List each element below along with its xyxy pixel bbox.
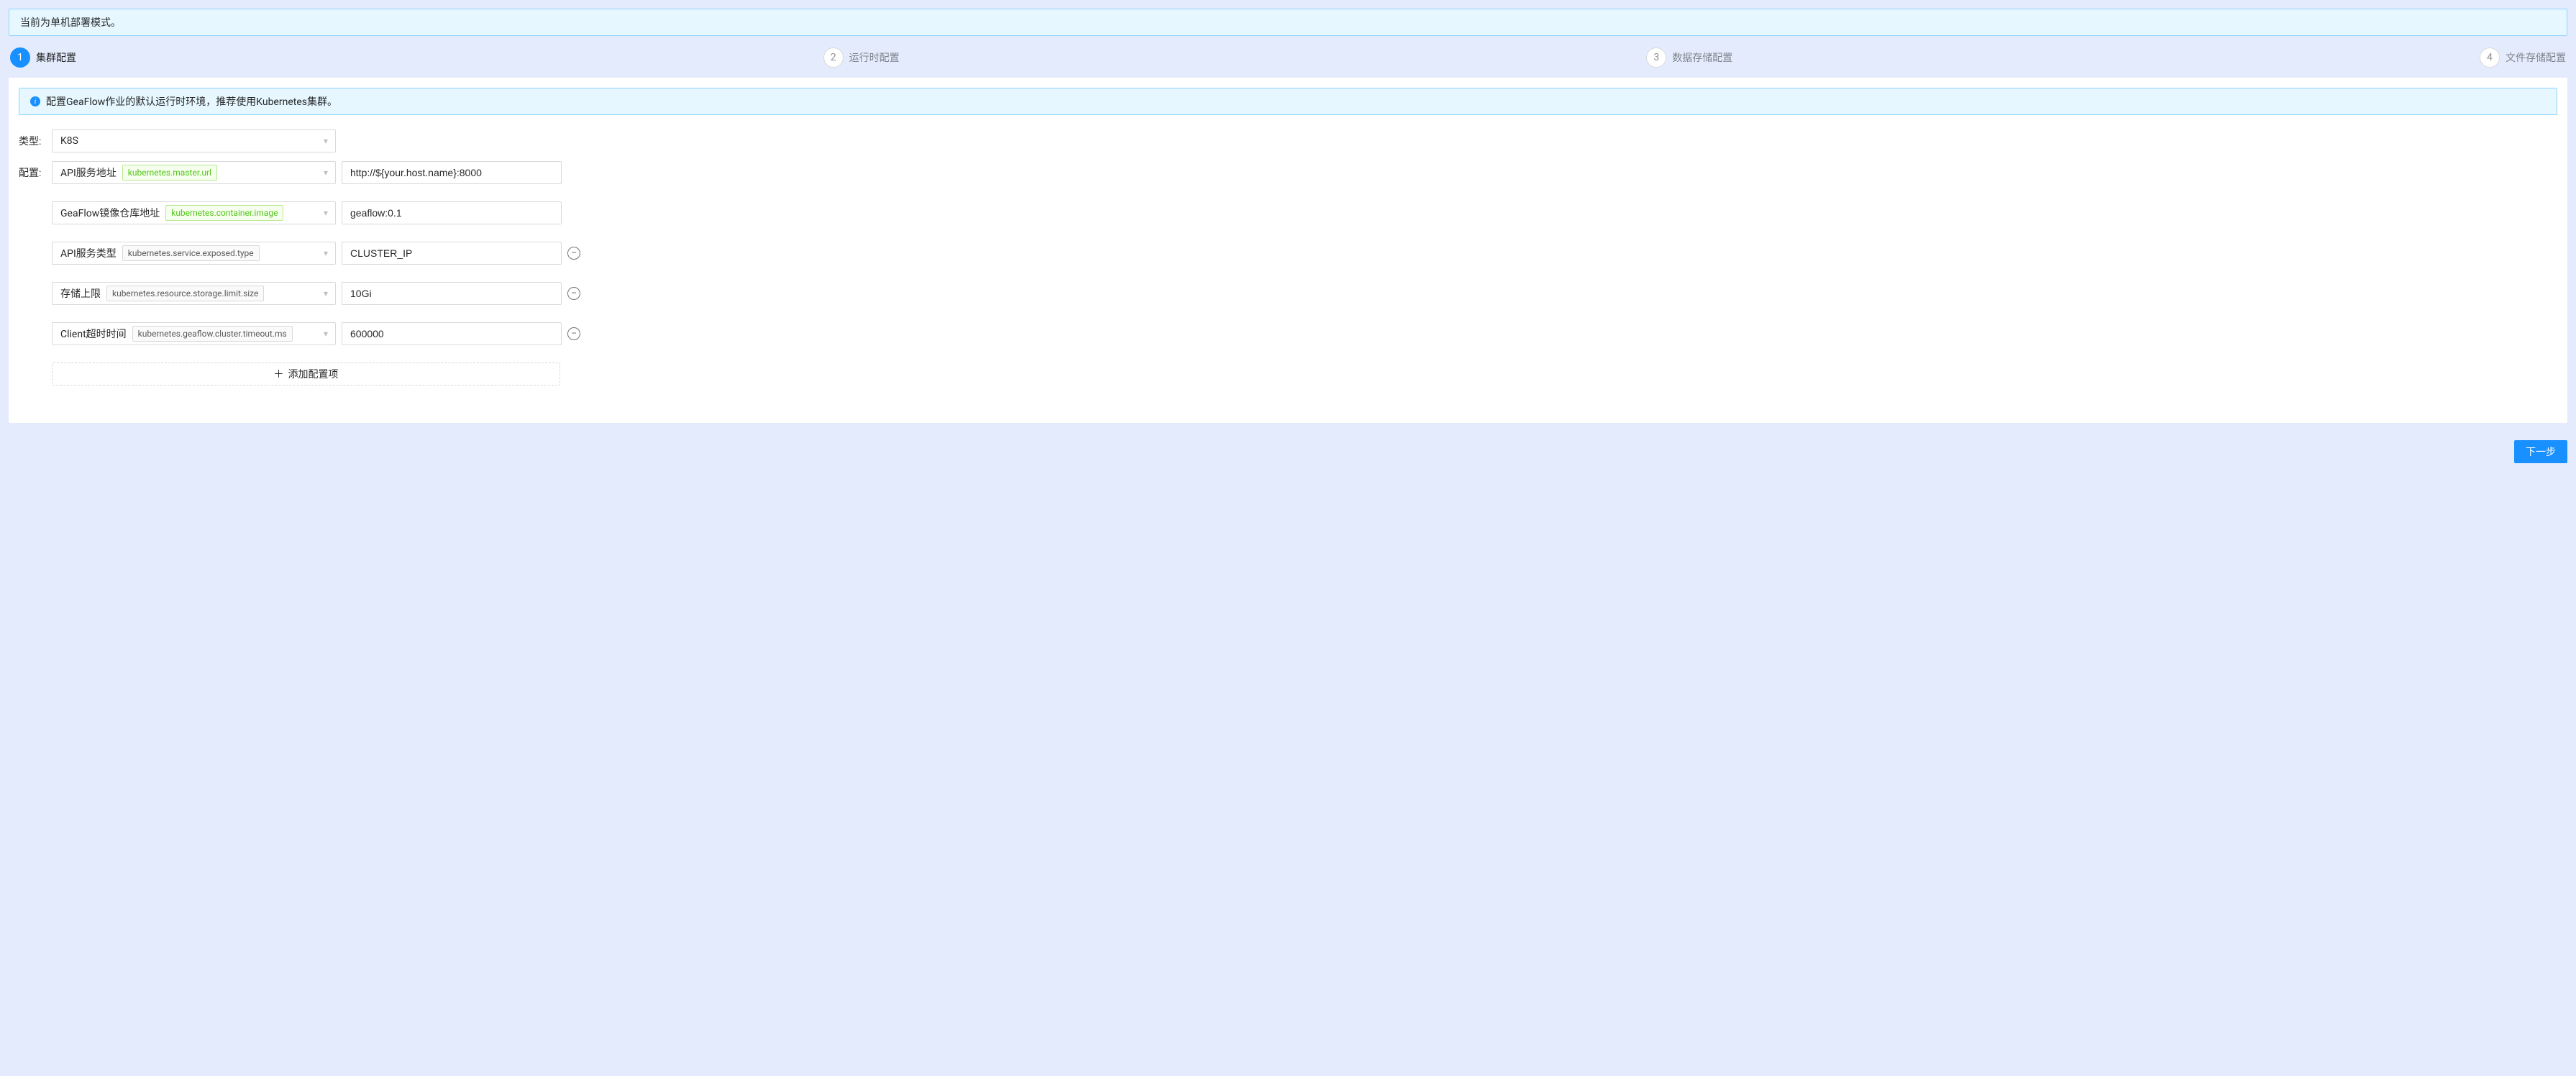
step-title: 运行时配置 bbox=[849, 50, 900, 65]
config-key-tag: kubernetes.resource.storage.limit.size bbox=[106, 286, 264, 301]
next-button[interactable]: 下一步 bbox=[2514, 440, 2567, 463]
steps-bar: 1 集群配置 2 运行时配置 3 数据存储配置 4 文件存储配置 bbox=[9, 47, 2567, 68]
config-value-input[interactable] bbox=[342, 242, 562, 265]
plus-icon: ＋ bbox=[274, 367, 284, 381]
config-key-label: GeaFlow镜像仓库地址 bbox=[60, 206, 160, 220]
top-alert: 当前为单机部署模式。 bbox=[9, 9, 2567, 36]
add-config-button[interactable]: ＋ 添加配置项 bbox=[52, 363, 560, 386]
remove-config-button[interactable]: − bbox=[567, 247, 580, 260]
config-line: GeaFlow镜像仓库地址 kubernetes.container.image… bbox=[52, 201, 580, 224]
config-lines: API服务地址 kubernetes.master.url ▾ GeaFlow镜… bbox=[52, 161, 580, 386]
config-line: API服务类型 kubernetes.service.exposed.type … bbox=[52, 242, 580, 265]
config-key-select[interactable]: API服务类型 kubernetes.service.exposed.type … bbox=[52, 242, 336, 265]
inner-alert-text: 配置GeaFlow作业的默认运行时环境，推荐使用Kubernetes集群。 bbox=[46, 94, 337, 109]
top-alert-text: 当前为单机部署模式。 bbox=[20, 17, 121, 29]
step-title: 数据存储配置 bbox=[1672, 50, 1732, 65]
config-key-select[interactable]: GeaFlow镜像仓库地址 kubernetes.container.image… bbox=[52, 201, 336, 224]
type-row: 类型: K8S ▾ bbox=[19, 129, 2557, 152]
info-icon: i bbox=[30, 96, 40, 106]
step-number: 4 bbox=[2480, 47, 2500, 68]
step-runtime-config[interactable]: 2 运行时配置 bbox=[823, 47, 900, 68]
minus-icon: − bbox=[571, 329, 577, 339]
config-value-input[interactable] bbox=[342, 201, 562, 224]
config-key-select[interactable]: 存储上限 kubernetes.resource.storage.limit.s… bbox=[52, 282, 336, 305]
config-key-select[interactable]: API服务地址 kubernetes.master.url ▾ bbox=[52, 161, 336, 184]
config-key-select[interactable]: Client超时时间 kubernetes.geaflow.cluster.ti… bbox=[52, 322, 336, 345]
minus-icon: − bbox=[571, 288, 577, 298]
config-line: API服务地址 kubernetes.master.url ▾ bbox=[52, 161, 580, 184]
chevron-down-icon: ▾ bbox=[324, 136, 328, 146]
chevron-down-icon: ▾ bbox=[324, 288, 328, 298]
config-key-label: 存储上限 bbox=[60, 286, 101, 301]
step-number: 2 bbox=[823, 47, 844, 68]
config-row: 配置: API服务地址 kubernetes.master.url ▾ GeaF… bbox=[19, 161, 2557, 386]
config-key-tag: kubernetes.master.url bbox=[122, 165, 217, 181]
chevron-down-icon: ▾ bbox=[324, 168, 328, 178]
remove-config-button[interactable]: − bbox=[567, 327, 580, 340]
type-label: 类型: bbox=[19, 129, 47, 148]
add-config-label: 添加配置项 bbox=[288, 367, 339, 381]
chevron-down-icon: ▾ bbox=[324, 329, 328, 339]
config-key-tag: kubernetes.service.exposed.type bbox=[122, 245, 260, 261]
minus-icon: − bbox=[571, 248, 577, 258]
inner-alert: i 配置GeaFlow作业的默认运行时环境，推荐使用Kubernetes集群。 bbox=[19, 88, 2557, 115]
footer: 下一步 bbox=[9, 423, 2567, 463]
form-card: i 配置GeaFlow作业的默认运行时环境，推荐使用Kubernetes集群。 … bbox=[9, 78, 2567, 423]
config-key-tag: kubernetes.geaflow.cluster.timeout.ms bbox=[132, 326, 293, 342]
step-title: 集群配置 bbox=[36, 50, 76, 65]
chevron-down-icon: ▾ bbox=[324, 208, 328, 218]
config-value-input[interactable] bbox=[342, 161, 562, 184]
type-select[interactable]: K8S ▾ bbox=[52, 129, 336, 152]
step-cluster-config[interactable]: 1 集群配置 bbox=[10, 47, 76, 68]
step-file-storage-config[interactable]: 4 文件存储配置 bbox=[2480, 47, 2566, 68]
step-title: 文件存储配置 bbox=[2506, 50, 2566, 65]
remove-config-button[interactable]: − bbox=[567, 287, 580, 300]
config-key-label: API服务类型 bbox=[60, 246, 117, 260]
config-key-tag: kubernetes.container.image bbox=[165, 205, 283, 221]
step-data-storage-config[interactable]: 3 数据存储配置 bbox=[1646, 47, 1732, 68]
config-value-input[interactable] bbox=[342, 282, 562, 305]
chevron-down-icon: ▾ bbox=[324, 248, 328, 258]
config-key-label: Client超时时间 bbox=[60, 327, 127, 341]
type-value: K8S bbox=[60, 135, 78, 147]
config-value-input[interactable] bbox=[342, 322, 562, 345]
config-key-label: API服务地址 bbox=[60, 165, 117, 180]
step-number: 3 bbox=[1646, 47, 1666, 68]
step-number: 1 bbox=[10, 47, 30, 68]
config-label: 配置: bbox=[19, 161, 47, 180]
config-line: 存储上限 kubernetes.resource.storage.limit.s… bbox=[52, 282, 580, 305]
config-line: Client超时时间 kubernetes.geaflow.cluster.ti… bbox=[52, 322, 580, 345]
